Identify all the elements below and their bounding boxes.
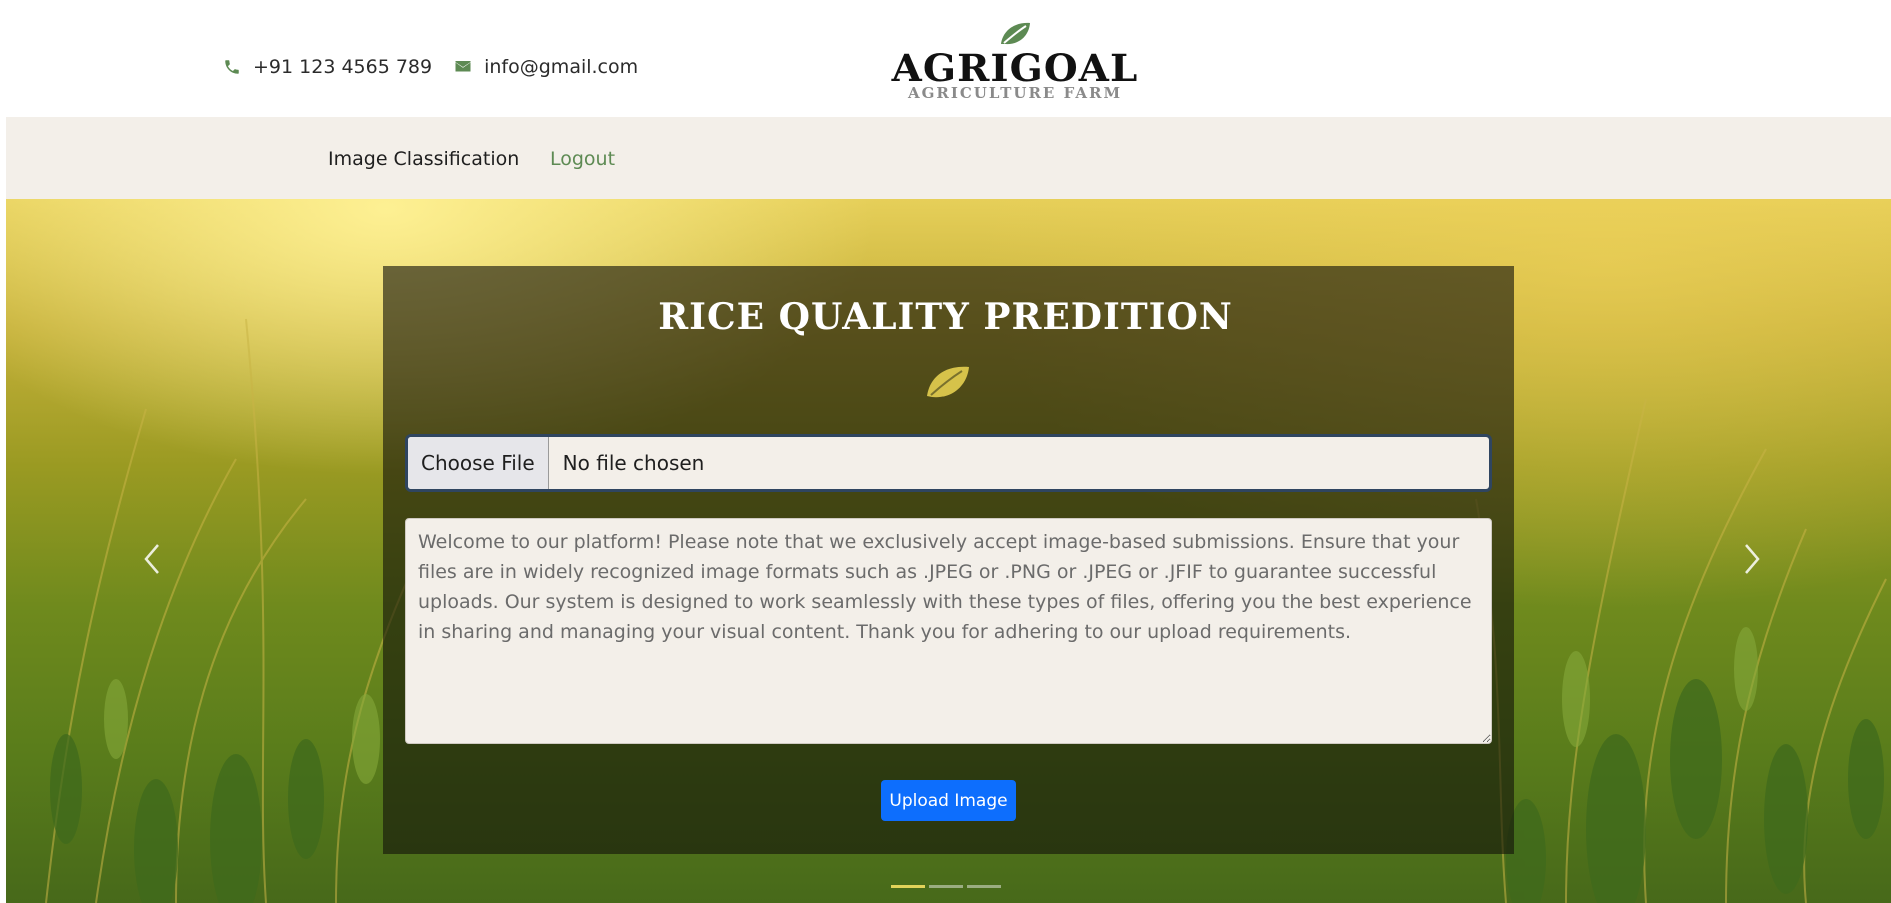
phone-number: +91 123 4565 789 <box>253 56 433 78</box>
top-header: +91 123 4565 789 info@gmail.com AGRIGOAL… <box>6 6 1891 117</box>
nav-item-logout[interactable]: Logout <box>550 148 615 170</box>
carousel-indicators <box>891 885 1005 888</box>
leaf-icon <box>1001 22 1030 45</box>
envelope-icon <box>455 61 471 72</box>
chevron-left-icon[interactable] <box>136 539 170 579</box>
email-contact: info@gmail.com <box>454 56 638 78</box>
upload-instructions-textarea[interactable]: Welcome to our platform! Please note tha… <box>405 518 1492 744</box>
choose-file-button[interactable]: Choose File <box>408 437 549 489</box>
carousel-indicator-1[interactable] <box>891 885 925 888</box>
file-status: No file chosen <box>562 451 705 475</box>
email-address: info@gmail.com <box>484 56 639 78</box>
phone-icon <box>225 60 239 74</box>
brand-name: AGRIGOAL <box>891 46 1139 90</box>
carousel-indicator-3[interactable] <box>967 885 1001 888</box>
file-upload-input[interactable]: Choose File No file chosen <box>405 434 1492 492</box>
carousel-indicator-2[interactable] <box>929 885 963 888</box>
phone-contact: +91 123 4565 789 <box>223 56 432 78</box>
chevron-right-icon[interactable] <box>1734 539 1768 579</box>
contact-info: +91 123 4565 789 info@gmail.com <box>223 56 660 78</box>
brand-logo[interactable]: AGRIGOAL AGRICULTURE FARM <box>884 20 1146 101</box>
nav-item-image-classification[interactable]: Image Classification <box>328 148 519 170</box>
page-title: RICE QUALITY PREDITION <box>658 296 1233 338</box>
leaf-icon <box>927 366 969 398</box>
main-nav: Image Classification Logout <box>6 117 1891 199</box>
upload-image-button[interactable]: Upload Image <box>881 780 1016 821</box>
